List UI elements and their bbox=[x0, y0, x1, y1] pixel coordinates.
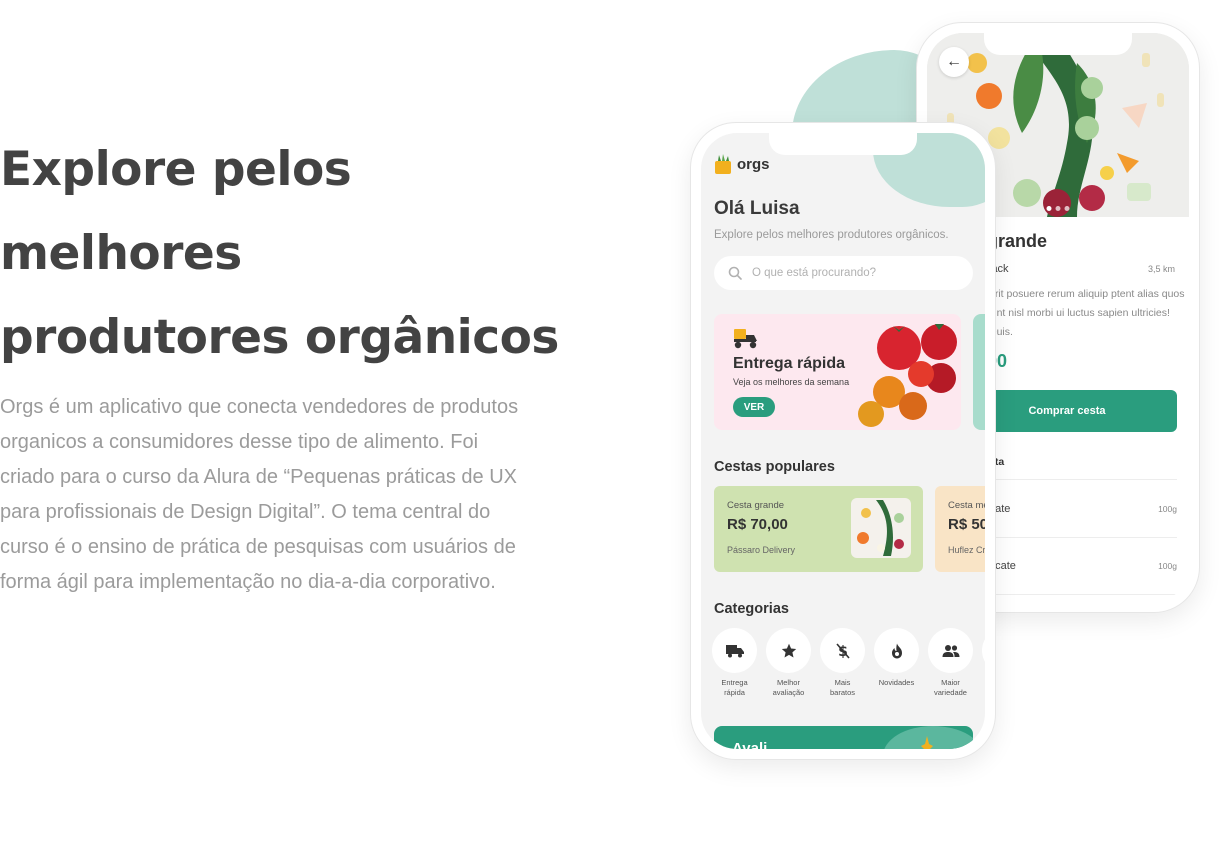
basket-card-price: R$ 50 bbox=[948, 516, 985, 533]
category-best-rated[interactable]: Melhor avaliação bbox=[766, 628, 811, 698]
category-icon-circle bbox=[928, 628, 973, 673]
basket-description: erit posuere rerum aliquip ptent alias q… bbox=[989, 288, 1185, 338]
category-new[interactable]: Novidades bbox=[874, 628, 919, 698]
greeting: Olá Luisa bbox=[714, 198, 800, 219]
category-label: Maior variedade bbox=[934, 678, 967, 698]
sparkle-icon bbox=[921, 736, 933, 749]
category-label-line-1: Mais bbox=[834, 678, 851, 687]
category-label-line-1: Maior bbox=[941, 678, 960, 687]
search-bar[interactable] bbox=[714, 256, 973, 290]
popular-baskets-title: Cestas populares bbox=[714, 459, 835, 475]
banner-subtitle: Veja os melhores da semana bbox=[733, 377, 850, 387]
greeting-subtitle: Explore pelos melhores produtores orgâni… bbox=[714, 229, 949, 241]
next-banner-peek[interactable] bbox=[973, 314, 985, 430]
category-label-line-1: Melhor bbox=[777, 678, 800, 687]
carousel-dot[interactable] bbox=[1064, 206, 1070, 211]
tomatoes-image bbox=[858, 324, 957, 427]
category-label: Entrega rápida bbox=[721, 678, 747, 698]
rating-banner[interactable]: Avali bbox=[714, 726, 973, 749]
basket-thumbnail bbox=[851, 498, 911, 558]
categories-list: Entrega rápida Melhor avaliação Mais bar… bbox=[712, 628, 985, 698]
fire-icon bbox=[891, 643, 902, 658]
dollar-off-icon: $ bbox=[835, 642, 850, 660]
hero-title: Explore pelos melhores produtores orgâni… bbox=[0, 128, 600, 380]
phone-mockup-home: orgs Olá Luisa Explore pelos melhores pr… bbox=[690, 122, 996, 760]
truck-icon bbox=[725, 644, 744, 657]
basket-card-seller: Huflez Cr bbox=[948, 545, 985, 555]
category-label-line-1: Entrega bbox=[721, 678, 748, 687]
vegetables-thumbnail-image bbox=[857, 500, 904, 556]
category-icon-circle bbox=[874, 628, 919, 673]
category-variety[interactable]: Maior variedade bbox=[928, 628, 973, 698]
phone-notch bbox=[769, 133, 917, 155]
hero-title-line-2: produtores orgânicos bbox=[0, 310, 559, 365]
rating-banner-text: Avali bbox=[732, 740, 768, 749]
basket-card-name: Cesta mé bbox=[948, 500, 985, 511]
hero-section: Explore pelos melhores produtores orgâni… bbox=[0, 128, 600, 600]
item-quantity: 100g bbox=[1158, 561, 1177, 571]
item-quantity: 100g bbox=[1158, 503, 1177, 514]
app-logo-text: orgs bbox=[737, 155, 770, 173]
app-logo: orgs bbox=[714, 154, 770, 174]
category-icon-circle bbox=[712, 628, 757, 673]
delivery-scooter-icon bbox=[734, 329, 757, 349]
category-label: Mais baratos bbox=[830, 678, 855, 698]
carousel-dot[interactable] bbox=[1055, 206, 1061, 211]
basket-title: grande bbox=[987, 231, 1048, 251]
star-icon bbox=[781, 643, 796, 657]
search-input[interactable] bbox=[752, 267, 952, 279]
category-icon-circle bbox=[766, 628, 811, 673]
basket-card[interactable]: Cesta grande R$ 70,00 Pássaro Delivery bbox=[714, 486, 923, 572]
carousel-dot[interactable] bbox=[1046, 206, 1052, 211]
back-button[interactable]: ← bbox=[939, 47, 969, 77]
phone-notch bbox=[984, 33, 1132, 55]
arrow-left-icon: ← bbox=[946, 53, 962, 70]
fast-delivery-banner[interactable]: Entrega rápida Veja os melhores da seman… bbox=[714, 314, 961, 430]
hero-description: Orgs é um aplicativo que conecta vendedo… bbox=[0, 396, 519, 593]
category-next-peek[interactable] bbox=[982, 628, 985, 698]
category-label-line-2: baratos bbox=[829, 688, 856, 697]
category-label: Novidades bbox=[879, 678, 914, 688]
category-cheapest[interactable]: $ Mais baratos bbox=[820, 628, 865, 698]
category-fast-delivery[interactable]: Entrega rápida bbox=[712, 628, 757, 698]
category-label-line-2: variedade bbox=[934, 688, 967, 697]
banner-see-button[interactable]: VER bbox=[733, 397, 775, 417]
search-icon bbox=[728, 266, 742, 280]
category-icon-circle bbox=[982, 628, 985, 673]
banner-title: Entrega rápida bbox=[733, 355, 846, 372]
category-icon-circle: $ bbox=[820, 628, 865, 673]
basket-logo-icon bbox=[715, 154, 731, 174]
category-label-line-2: rápida bbox=[724, 688, 745, 697]
category-label-line-2: avaliação bbox=[772, 688, 805, 697]
category-label: Melhor avaliação bbox=[773, 678, 805, 698]
home-screen: orgs Olá Luisa Explore pelos melhores pr… bbox=[701, 133, 985, 749]
categories-title: Categorias bbox=[714, 601, 789, 617]
hero-title-line-1: Explore pelos melhores bbox=[0, 142, 352, 281]
category-label-line-1: Novidades bbox=[878, 678, 915, 687]
carousel-dots bbox=[1046, 206, 1070, 211]
people-icon bbox=[942, 644, 959, 657]
basket-card[interactable]: Cesta mé R$ 50 Huflez Cr bbox=[935, 486, 985, 572]
basket-distance: 3,5 km bbox=[1147, 264, 1175, 274]
